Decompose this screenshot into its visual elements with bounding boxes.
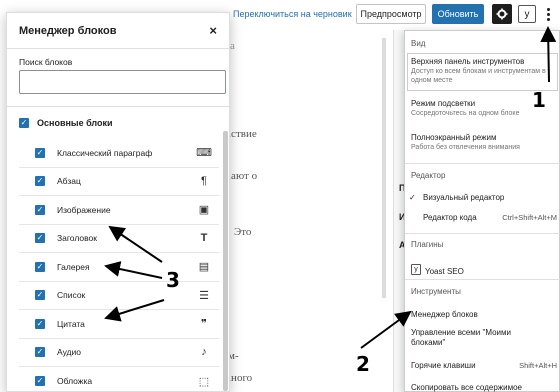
close-icon[interactable]: × [209,23,217,38]
cover-icon: ⬚ [198,375,210,388]
checkbox-checked-icon[interactable]: ✓ [35,147,45,158]
gear-icon [496,8,508,20]
bg-text: іствие [228,128,257,140]
block-label: Абзац [57,176,81,187]
list-item-classic[interactable]: ✓ Классический параграф ⌨ [19,139,219,168]
checkbox-checked-icon[interactable]: ✓ [35,318,45,329]
yoast-button[interactable]: y [518,5,536,23]
heading-icon: T [200,232,208,245]
block-label: Заголовок [57,233,97,244]
list-item-image[interactable]: ✓ Изображение ▣ [19,196,219,225]
gallery-icon: ▤ [198,261,210,274]
checkbox-checked-icon[interactable]: ✓ [35,176,45,187]
shortcut-label: Shift+Alt+H [519,361,557,370]
bg-text: іают о [228,170,258,182]
block-manager-modal: Менеджер блоков × Поиск блоков ✓ Основны… [6,12,231,392]
checkbox-checked-icon[interactable]: ✓ [35,261,45,272]
divider [405,279,560,280]
audio-icon: ♪ [201,346,207,359]
menu-item-shortcuts[interactable]: Горячие клавиши Shift+Alt+H [411,361,557,370]
modal-header: Менеджер блоков × [7,13,229,49]
checkbox-checked-icon[interactable]: ✓ [35,290,45,301]
list-icon: ☰ [199,289,209,302]
editor-scrollbar[interactable] [382,38,386,298]
menu-item-desc: Работа без отвлечения внимания [411,144,520,151]
options-menu: Вид Верхняя панель инструментов Доступ к… [404,30,560,392]
divider [405,163,560,164]
list-item-heading[interactable]: ✓ Заголовок T [19,225,219,253]
update-button[interactable]: Обновить [432,4,484,24]
menu-item-fullscreen[interactable]: Полноэкранный режим Работа без отвлечени… [411,133,557,153]
list-item-gallery[interactable]: ✓ Галерея ▤ [19,253,219,282]
block-label: Цитата [57,318,85,329]
paragraph-icon: ¶ [201,175,207,188]
menu-item-top-toolbar[interactable]: Верхняя панель инструментов Доступ ко вс… [411,57,557,86]
menu-item-yoast[interactable]: y Yoast SEO [411,261,557,279]
section-title-view: Вид [411,39,426,48]
menu-item-label: Менеджер блоков [411,310,478,319]
image-icon: ▣ [198,204,210,217]
preview-button[interactable]: Предпросмотр [356,4,426,24]
divider [405,233,560,234]
shortcut-label: Ctrl+Shift+Alt+M [502,213,557,222]
category-label: Основные блоки [37,118,113,128]
menu-item-label: Визуальный редактор [423,193,505,202]
section-title-editor: Редактор [411,171,446,180]
menu-item-block-manager[interactable]: Менеджер блоков [411,310,557,319]
more-options-button[interactable] [540,4,556,24]
block-label: Галерея [57,261,90,272]
menu-item-copy-all[interactable]: Скопировать все содержимое [411,383,557,392]
annotation-number: 2 [356,352,370,376]
block-label: Изображение [57,204,111,215]
list-item-paragraph[interactable]: ✓ Абзац ¶ [19,168,219,196]
block-label: Обложка [57,376,93,387]
yoast-icon: y [411,264,421,276]
annotation-number: 3 [166,268,180,292]
menu-item-desc: Доступ ко всем блокам и инструментам в о… [411,68,546,84]
block-label: Классический параграф [57,147,153,158]
search-label: Поиск блоков [19,57,73,67]
list-item-quote[interactable]: ✓ Цитата ❞ [19,310,219,339]
bg-text: а [230,40,235,52]
checkmark-icon: ✓ [409,193,416,202]
classic-icon: ⌨ [196,147,212,160]
menu-item-manage-reusable[interactable]: Управление всеми "Моими блоками" [411,328,521,349]
yoast-icon: y [524,8,530,20]
divider [7,106,231,107]
block-label: Аудио [57,347,81,358]
switch-to-draft-link[interactable]: Переключиться на черновик [233,9,352,19]
menu-item-label: Скопировать все содержимое [411,383,522,392]
settings-button[interactable] [492,4,512,24]
checkbox-checked-icon[interactable]: ✓ [35,347,45,358]
bg-text: Это [234,226,252,238]
quote-icon: ❞ [201,318,207,331]
block-list: ✓ Классический параграф ⌨ ✓ Абзац ¶ ✓ Из… [19,139,219,392]
section-title-tools: Инструменты [411,287,461,296]
menu-item-visual-editor[interactable]: ✓ Визуальный редактор [409,193,557,202]
search-input[interactable] [19,70,226,94]
checkbox-checked-icon[interactable]: ✓ [35,204,45,215]
section-title-plugins: Плагины [411,240,444,249]
bg-text: іного [228,372,253,384]
menu-item-label: Yoast SEO [425,267,464,276]
annotation-number: 1 [532,88,546,112]
menu-item-label: Верхняя панель инструментов [411,57,525,66]
menu-item-label: Полноэкранный режим [411,133,497,142]
category-toggle[interactable]: ✓ Основные блоки [19,118,113,128]
checkbox-checked-icon[interactable]: ✓ [35,233,45,244]
list-item-audio[interactable]: ✓ Аудио ♪ [19,339,219,367]
list-item-cover[interactable]: ✓ Обложка ⬚ [19,367,219,392]
checkbox-checked-icon[interactable]: ✓ [35,376,45,387]
modal-scrollbar[interactable] [223,131,228,391]
list-item-list[interactable]: ✓ Список ☰ [19,282,219,310]
menu-item-code-editor[interactable]: Редактор кода Ctrl+Shift+Alt+M [411,213,557,222]
block-label: Список [57,290,86,301]
checkbox-checked-icon[interactable]: ✓ [19,118,29,128]
menu-item-label: Управление всеми "Моими блоками" [411,328,511,348]
modal-title: Менеджер блоков [19,24,117,37]
